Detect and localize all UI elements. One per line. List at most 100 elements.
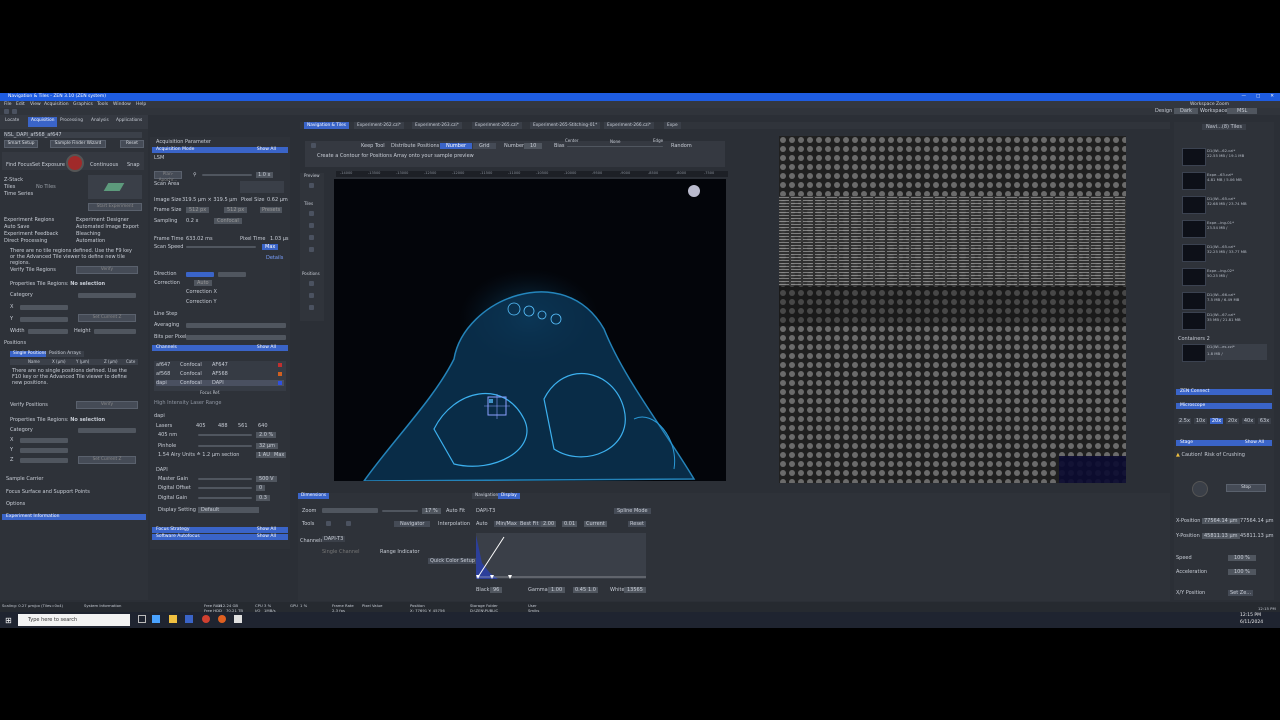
doc-tab-266[interactable]: Experiment-266.czi* [604, 122, 654, 129]
container-label-8[interactable]: D1(Wi...67.czi* 35 MB / 21.81 MB [1207, 312, 1241, 322]
tab-acquisition[interactable]: Acquisition [28, 117, 58, 127]
live-button[interactable] [66, 154, 84, 172]
laser-561[interactable]: 561 [238, 423, 248, 429]
presets-button[interactable]: Presets [260, 207, 283, 213]
white-value[interactable]: 13565 [624, 587, 646, 593]
menu-edit[interactable]: Edit [16, 101, 25, 108]
container-thumb-6[interactable] [1182, 268, 1206, 286]
frame-size-y[interactable]: 512 px [224, 207, 248, 213]
stage-joystick[interactable] [1192, 481, 1208, 497]
doc-tab-265-stitching[interactable]: Experiment-265-Stitching-01* [530, 122, 601, 129]
height-input[interactable] [94, 329, 136, 334]
keep-tool-checkbox[interactable]: Keep Tool [361, 143, 385, 149]
tab-navigation[interactable]: Navigation [472, 493, 502, 499]
navigator-button[interactable]: Navigator [394, 521, 431, 527]
tile-contour-icon[interactable] [309, 223, 314, 228]
laser-640[interactable]: 640 [258, 423, 268, 429]
tab-single-positions[interactable]: Single Positions [10, 351, 50, 357]
software-autofocus-header[interactable]: Software Autofocus Show All [152, 534, 288, 540]
tab-position-arrays[interactable]: Position Arrays [46, 351, 84, 357]
experiment-name-field[interactable]: NSL_DAPI_af568_af647 [4, 132, 142, 138]
container-label-4[interactable]: Expe...ing-01* 23.54 MB / [1207, 220, 1234, 230]
continuous-button[interactable]: Continuous [90, 162, 118, 168]
range-indicator-checkbox[interactable]: Range Indicator [380, 549, 420, 555]
app-icon[interactable] [234, 615, 242, 623]
y-position-input[interactable]: 45811.13 µm [1202, 533, 1240, 539]
y-input[interactable] [20, 317, 68, 322]
channel-color-af647[interactable] [278, 363, 282, 367]
category-select-2[interactable] [78, 428, 136, 433]
pan-tool-icon[interactable] [346, 521, 351, 526]
tiles-checkbox[interactable]: Tiles [4, 184, 15, 190]
category-select[interactable] [78, 293, 136, 298]
new-file-icon[interactable] [4, 109, 9, 114]
container-thumb-3[interactable] [1182, 196, 1206, 214]
find-focus-button[interactable]: Find Focus [6, 162, 32, 168]
digital-offset-value[interactable]: 0 [256, 485, 266, 491]
position-grid-icon[interactable] [309, 305, 314, 310]
minmax-button[interactable]: Min/Max [494, 521, 519, 527]
channels-header[interactable]: Channels Show All [152, 345, 288, 351]
doc-tab-navigation-tiles[interactable]: Navigation & Tiles [304, 122, 350, 129]
container-thumb-7[interactable] [1182, 292, 1206, 310]
chrome-icon[interactable] [202, 615, 210, 623]
percent-value[interactable]: 0.01 [562, 521, 578, 527]
best-fit-button[interactable]: Best Fit [518, 521, 541, 527]
show-all-toggle[interactable]: Show All [257, 147, 276, 153]
frame-size-x[interactable]: 512 px [186, 207, 210, 213]
doc-tab-263[interactable]: Experiment-263.czi* [412, 122, 462, 129]
experiment-information-header[interactable]: Experiment Information [2, 514, 146, 520]
start-experiment-button[interactable]: Start Experiment [88, 203, 142, 211]
pointer-tool-2-icon[interactable] [326, 521, 331, 526]
container-label-6[interactable]: Expe...ing-02* 50.25 MB / [1207, 268, 1234, 278]
reset-button[interactable]: Reset [120, 140, 144, 148]
gamma-10-button[interactable]: 1.0 [586, 587, 598, 593]
y-input-2[interactable] [20, 448, 68, 453]
container-label-2[interactable]: Expe...63.czi* 4.81 MB / 5.06 MB [1207, 172, 1242, 182]
position-add-icon[interactable] [309, 281, 314, 286]
bleaching-checkbox[interactable]: Bleaching [76, 231, 101, 237]
microscope-header[interactable]: Microscope [1176, 403, 1272, 409]
tile-tool-icon[interactable] [309, 211, 314, 216]
z-input-2[interactable] [20, 458, 68, 463]
open-file-icon[interactable] [12, 109, 17, 114]
preview-icon[interactable] [309, 183, 314, 188]
digital-gain-slider[interactable] [198, 497, 252, 499]
container-thumb-8[interactable] [1182, 312, 1206, 330]
doc-tab-265[interactable]: Experiment-265.czi* [472, 122, 522, 129]
auto-save-checkbox[interactable]: Auto Save [4, 224, 29, 230]
menu-graphics[interactable]: Graphics [73, 101, 93, 108]
bits-per-pixel-buttons[interactable] [186, 335, 286, 340]
pinhole-max-button[interactable]: Max [272, 452, 287, 458]
zen-connect-header[interactable]: ZEN Connect [1176, 389, 1272, 395]
tab-processing[interactable]: Processing [57, 117, 86, 127]
zoom-value-field[interactable]: 17 % [422, 508, 441, 514]
gamma-value[interactable]: 1.00 [548, 587, 566, 593]
options-section[interactable]: Options [6, 501, 25, 507]
time-series-checkbox[interactable]: Time Series [4, 191, 33, 197]
scan-zoom-slider[interactable] [202, 174, 252, 176]
random-checkbox[interactable]: Random [671, 143, 692, 149]
pinhole-value[interactable]: 32 µm [256, 443, 279, 449]
tab-dimensions[interactable]: Dimensions [298, 493, 330, 499]
master-gain-value[interactable]: 500 V [256, 476, 277, 482]
black-value[interactable]: 96 [490, 587, 503, 593]
container-label-3[interactable]: D1(Wi...65.czi* 32.68 MB / 23.74 MB [1207, 196, 1247, 206]
container-label-7[interactable]: D1(Wi...66.czi* 7.5 MB / 6.49 MB [1207, 292, 1239, 302]
set-current-button-2[interactable]: Set Current Z [78, 456, 136, 464]
master-gain-slider[interactable] [198, 478, 252, 480]
acceleration-input[interactable]: 100 % [1228, 569, 1256, 575]
set-zero-button[interactable]: Set Ze... [1228, 590, 1254, 596]
acquisition-mode-header[interactable]: Acquisition Mode Show All [152, 147, 288, 153]
focus-strategy-header[interactable]: Focus Strategy Show All [152, 527, 288, 533]
automated-image-export-checkbox[interactable]: Automated Image Export [76, 224, 139, 230]
windows-start-icon[interactable]: ⊞ [5, 616, 12, 625]
averaging-buttons[interactable] [186, 323, 286, 328]
high-intensity-laser-range[interactable]: High Intensity Laser Range [154, 400, 221, 406]
objective-20x-b[interactable]: 20x [1226, 418, 1239, 424]
best-fit-value[interactable]: 2.00 [541, 521, 557, 527]
objective-button[interactable]: Plan-Apochr... [154, 171, 182, 183]
container-thumb-5[interactable] [1182, 244, 1206, 262]
confocal-button[interactable]: Confocal [214, 218, 242, 224]
x-input-2[interactable] [20, 438, 68, 443]
